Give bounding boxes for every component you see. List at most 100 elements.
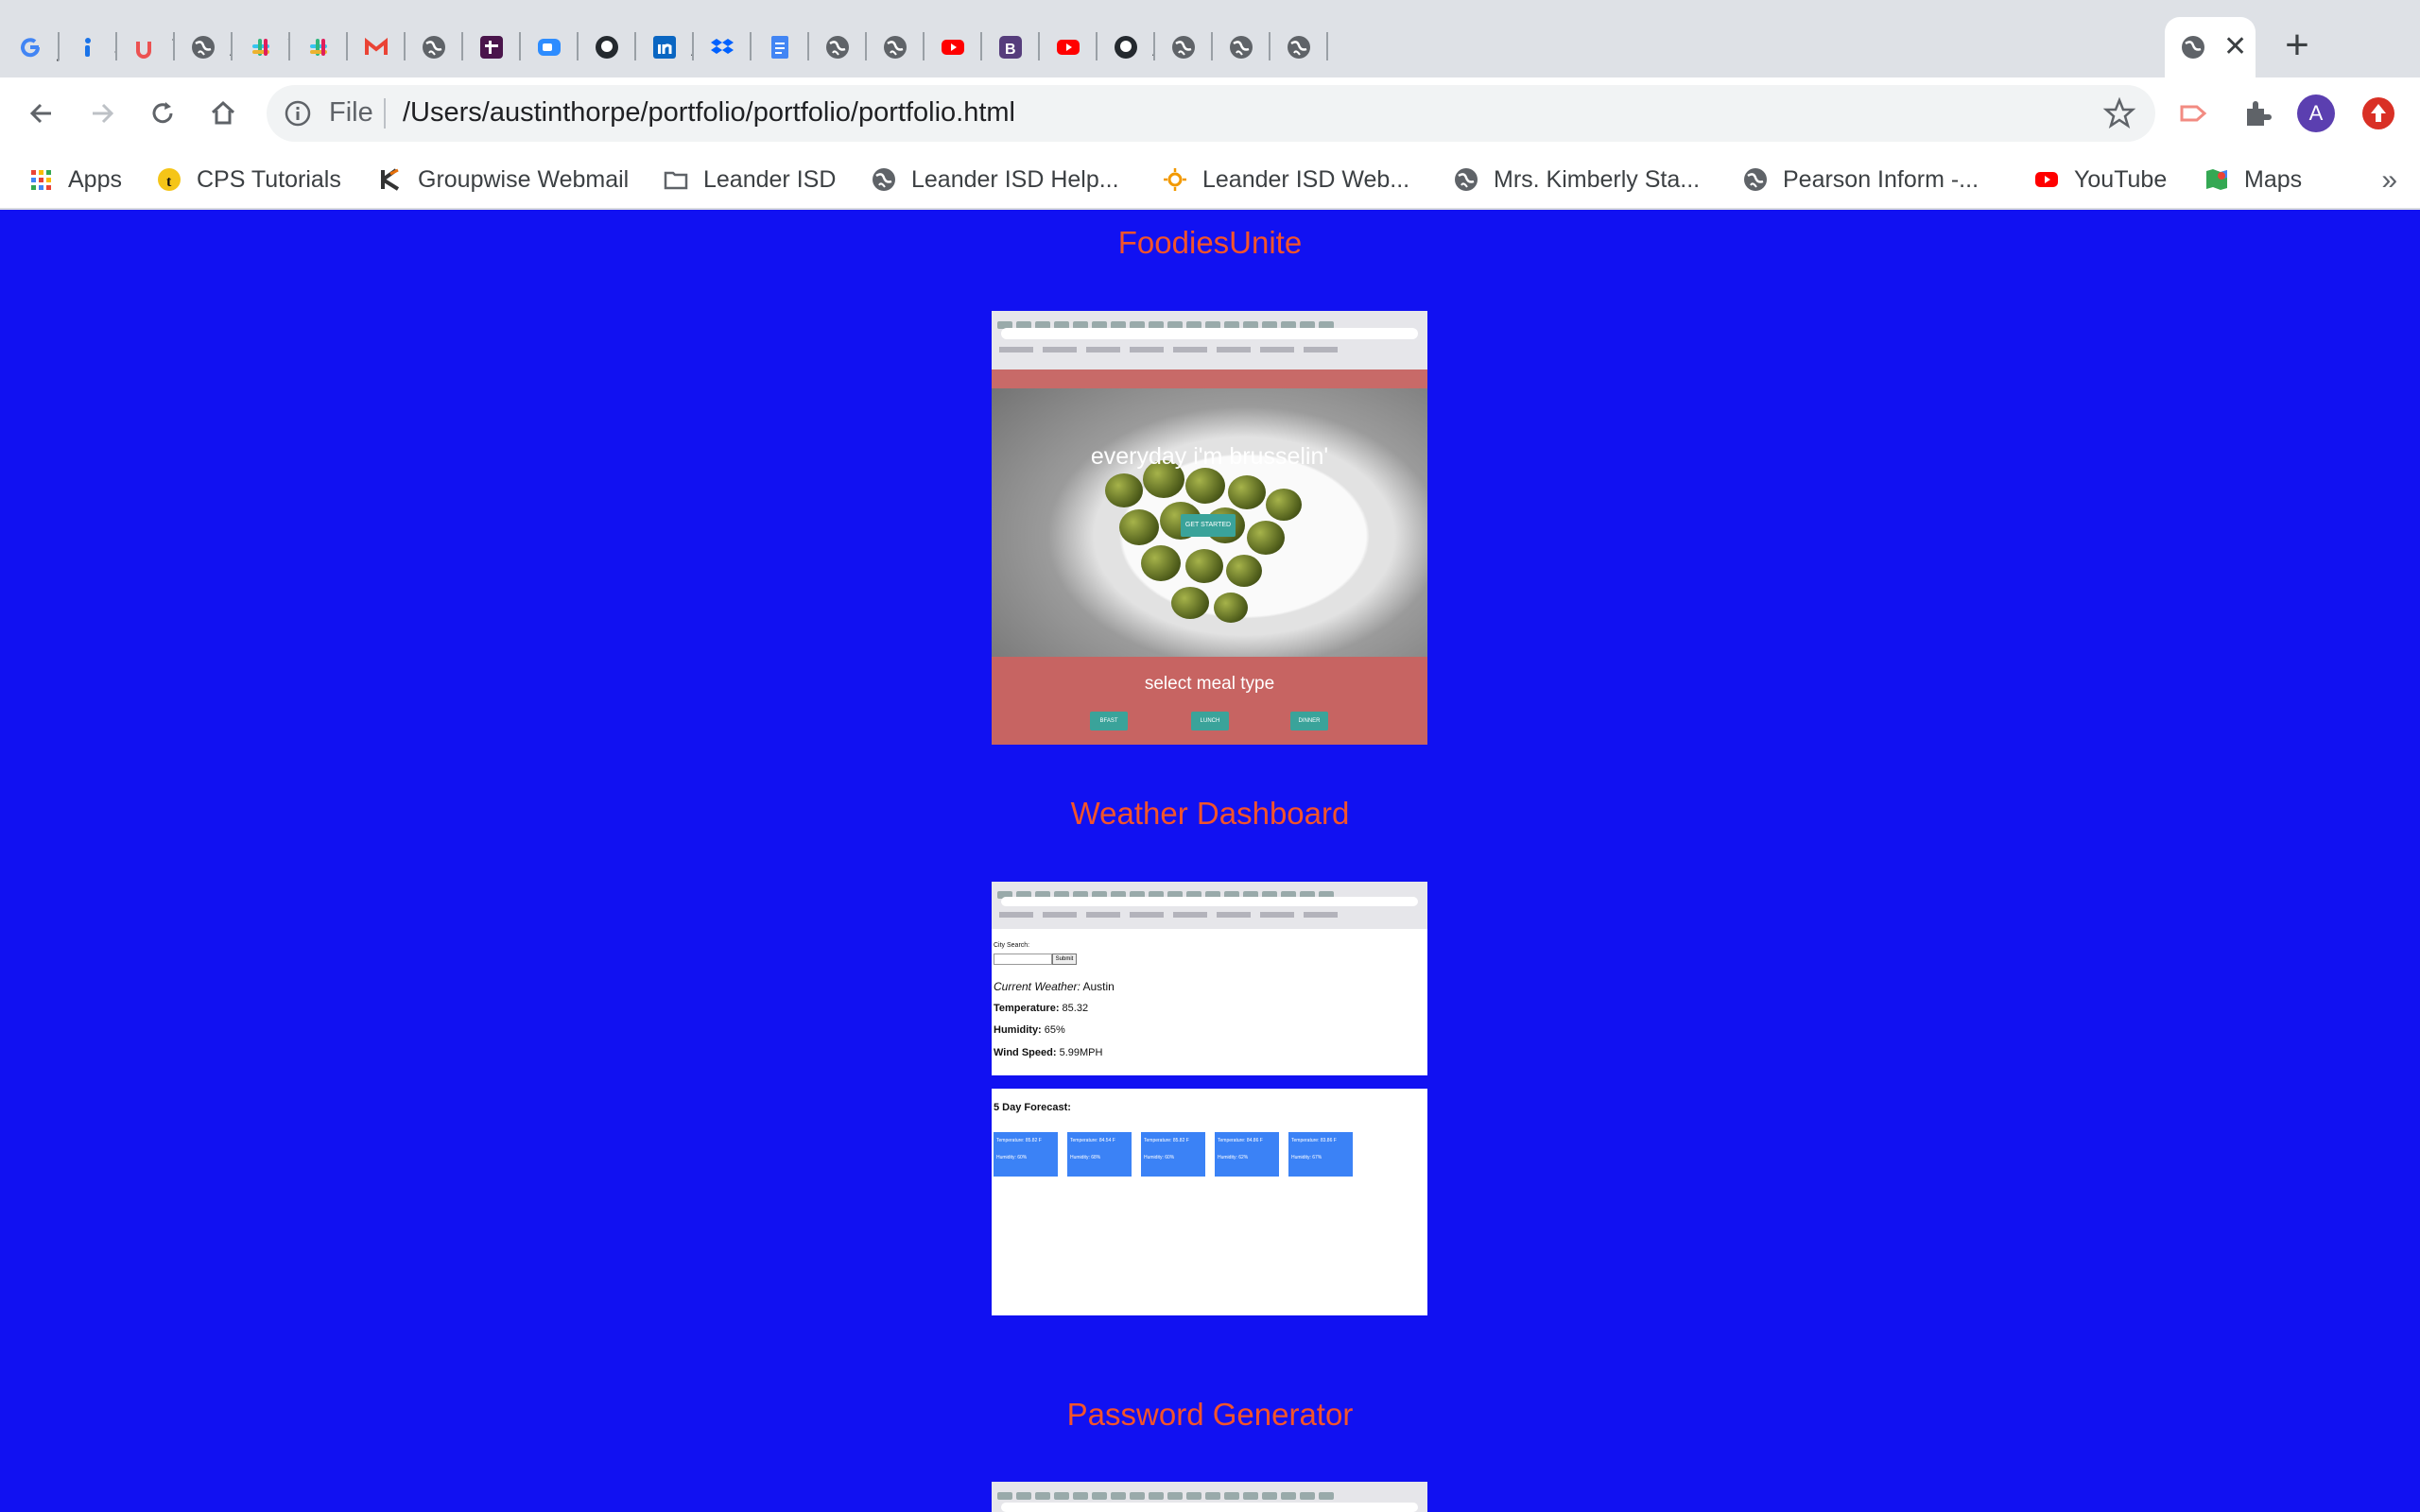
tab[interactable]: Al [636, 17, 694, 77]
slack-icon [248, 34, 274, 60]
globe-icon [882, 34, 908, 60]
project-screenshot-weather[interactable]: City Search: Submit Current Weather: Aus… [992, 882, 1427, 1315]
bookmark-item[interactable]: Mrs. Kimberly Sta... [1452, 161, 1700, 198]
home-button[interactable] [200, 91, 246, 136]
bookmark-item[interactable]: Leander ISD Help... [870, 161, 1119, 198]
weather-temperature-value: 85.32 [1062, 1003, 1089, 1014]
bookmark-item[interactable]: Groupwise Webmail [376, 161, 629, 198]
folder-icon [662, 165, 690, 194]
bookmark-label: Mrs. Kimberly Sta... [1494, 165, 1701, 193]
tab[interactable]: (1 [925, 17, 982, 77]
extensions-puzzle-icon[interactable] [2238, 94, 2276, 132]
bookmark-label: Apps [68, 165, 122, 193]
forecast-card: Temperature: 85.82 F Humidity: 60% [994, 1132, 1058, 1177]
tab[interactable]: Th [117, 17, 175, 77]
bootstrap-icon: B [997, 34, 1024, 60]
bookmarks-overflow-button[interactable]: » [2381, 164, 2397, 197]
update-icon[interactable] [2360, 94, 2397, 132]
tab[interactable]: De [406, 17, 463, 77]
profile-avatar[interactable]: A [2297, 94, 2335, 132]
groupwise-icon [376, 165, 405, 194]
weather-current-panel: City Search: Submit Current Weather: Aus… [992, 882, 1427, 1075]
tab[interactable]: Al [175, 17, 233, 77]
extension-cast-icon[interactable] [2176, 94, 2214, 132]
tab[interactable]: Yo [233, 17, 290, 77]
weather-temperature-row: Temperature: 85.32 [994, 1003, 1088, 1014]
project-screenshot-password[interactable] [992, 1482, 1427, 1512]
forecast-temperature: Temperature: 83.86 F [1291, 1138, 1337, 1143]
youtube-icon [940, 34, 966, 60]
tab[interactable]: jo [2, 17, 60, 77]
bookmark-item[interactable]: t CPS Tutorials [155, 161, 341, 198]
address-scheme-label: File [329, 97, 373, 128]
forecast-humidity: Humidity: 60% [1144, 1155, 1175, 1160]
project-screenshot-foodies[interactable]: everyday i'm brusselin' GET STARTED sele… [992, 311, 1427, 745]
tab[interactable]: N [579, 17, 636, 77]
back-button[interactable] [19, 91, 64, 136]
weather-current-label: Current Weather: [994, 980, 1080, 993]
bookmark-label: CPS Tutorials [197, 165, 341, 193]
weather-forecast-panel: 5 Day Forecast: Temperature: 85.82 F Humi… [992, 1089, 1427, 1315]
new-tab-button[interactable]: + [2278, 25, 2316, 66]
info-icon[interactable] [284, 99, 312, 128]
tab[interactable]: Al [1098, 17, 1155, 77]
bookmark-item[interactable]: Leander ISD [662, 161, 836, 198]
tab[interactable]: Re [867, 17, 925, 77]
youtube-icon [2032, 165, 2061, 194]
tab[interactable]: 23 [694, 17, 752, 77]
food-meal-button-breakfast: BFAST [1090, 712, 1128, 730]
bookmark-label: Leander ISD [703, 165, 837, 193]
tab[interactable]: Se [348, 17, 406, 77]
cps-icon: t [155, 165, 183, 194]
github-icon [1113, 34, 1139, 60]
forecast-temperature: Temperature: 84.86 F [1218, 1138, 1263, 1143]
project-title-weather: Weather Dashboard [1070, 796, 1350, 831]
weather-city-label: City Search: [994, 942, 1030, 949]
slack-dark-icon [478, 34, 505, 60]
tab-active[interactable]: ✕ [2165, 17, 2256, 77]
forecast-humidity: Humidity: 60% [996, 1155, 1028, 1160]
project-title-password: Password Generator [1066, 1397, 1354, 1432]
bookmark-label: Leander ISD Help... [911, 165, 1119, 193]
bookmark-label: Leander ISD Web... [1202, 165, 1410, 193]
forward-button[interactable] [79, 91, 125, 136]
screenshot-browser-chrome [992, 1482, 1427, 1512]
tab[interactable]: D [1270, 17, 1328, 77]
bookmark-star-icon[interactable] [2102, 96, 2136, 130]
tab[interactable]: Re [1155, 17, 1213, 77]
globe-icon [190, 34, 216, 60]
apps-grid-icon [26, 165, 55, 194]
tab[interactable]: (1 [1040, 17, 1098, 77]
browser-toolbar: File /Users/austinthorpe/portfolio/portf… [0, 77, 2420, 149]
address-bar[interactable]: File /Users/austinthorpe/portfolio/portf… [267, 85, 2155, 142]
globe-icon [1452, 165, 1480, 194]
tab[interactable]: Jo [60, 17, 117, 77]
tab[interactable]: Pe [521, 17, 579, 77]
food-meal-button-lunch: LUNCH [1191, 712, 1229, 730]
bookmark-item[interactable]: Maps [2203, 161, 2302, 198]
tab[interactable]: Re [752, 17, 809, 77]
tab[interactable]: BLi [982, 17, 1040, 77]
tab[interactable]: Sl [463, 17, 521, 77]
forecast-humidity: Humidity: 67% [1291, 1155, 1322, 1160]
tab[interactable]: Re [809, 17, 867, 77]
globe-icon [421, 34, 447, 60]
bookmark-item[interactable]: Apps [26, 161, 122, 198]
address-url[interactable]: /Users/austinthorpe/portfolio/portfolio/… [403, 97, 1015, 129]
bookmark-item[interactable]: Pearson Inform -... [1741, 161, 1979, 198]
close-tab-icon[interactable]: ✕ [2223, 33, 2247, 61]
bookmark-item[interactable]: YouTube [2032, 161, 2167, 198]
bookmark-item[interactable]: Leander ISD Web... [1161, 161, 1409, 198]
weather-temperature-label: Temperature: [994, 1003, 1060, 1014]
youtube-icon [1055, 34, 1081, 60]
reload-button[interactable] [140, 91, 185, 136]
bookmark-label: Maps [2244, 165, 2303, 193]
food-start-button: GET STARTED [1181, 514, 1236, 537]
globe-icon [2180, 34, 2206, 60]
tab[interactable]: Si [290, 17, 348, 77]
weather-humidity-row: Humidity: 65% [994, 1024, 1065, 1036]
zoom-icon [536, 34, 562, 60]
weather-divider [992, 1075, 1427, 1089]
tab[interactable]: D [1213, 17, 1270, 77]
slack-icon [305, 34, 332, 60]
